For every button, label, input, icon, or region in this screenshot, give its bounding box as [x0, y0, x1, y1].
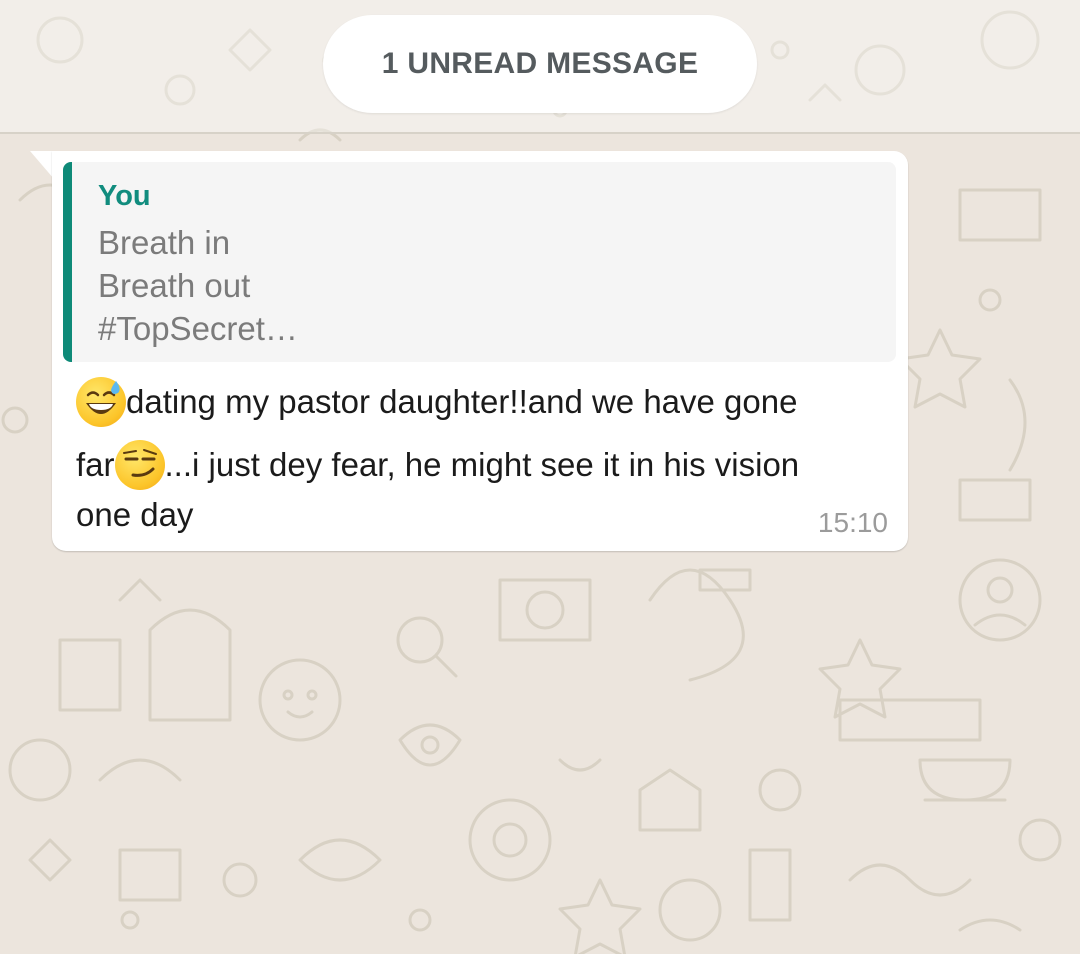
quoted-line: Breath in: [98, 224, 231, 261]
message-timestamp: 15:10: [817, 507, 888, 538]
smirking-face-emoji: [114, 440, 165, 490]
quote-accent-bar: [63, 162, 72, 362]
message-text: dating my pastor daughter!!and we have g…: [126, 383, 798, 420]
message-text-line: one day: [76, 496, 193, 534]
bubble-tail: [30, 151, 54, 179]
grinning-sweat-emoji: [76, 377, 126, 427]
unread-count-label: 1 UNREAD MESSAGE: [381, 47, 699, 80]
quoted-message[interactable]: You Breath in Breath out #TopSecret…: [63, 162, 896, 362]
unread-messages-pill: 1 UNREAD MESSAGE: [323, 15, 757, 113]
incoming-message-bubble[interactable]: You Breath in Breath out #TopSecret… dat…: [52, 151, 908, 551]
quoted-line: #TopSecret…: [98, 310, 298, 347]
message-text-line: far ...i just dey fear, he might see it …: [76, 440, 799, 490]
message-text: one day: [76, 496, 194, 533]
message-text: ...i just dey fear, he might see it in h…: [164, 446, 800, 483]
quoted-line: Breath out: [98, 267, 251, 304]
quoted-author: You: [98, 180, 151, 212]
message-text-line: dating my pastor daughter!!and we have g…: [76, 377, 797, 427]
message-text: far: [76, 446, 115, 483]
